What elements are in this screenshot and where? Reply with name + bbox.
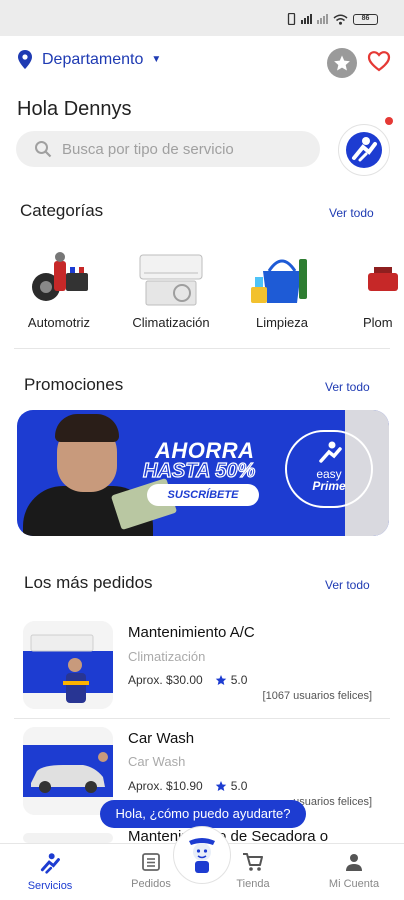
nav-item-servicios[interactable]: Servicios	[15, 852, 85, 892]
category-plomeria[interactable]: Plom	[354, 247, 404, 330]
cleaning-supplies-icon	[247, 247, 317, 307]
category-climatizacion[interactable]: Climatización	[122, 247, 220, 330]
greeting: Hola Dennys	[17, 98, 132, 120]
service-category: Car Wash	[128, 754, 186, 769]
nav-label: Tienda	[236, 878, 270, 890]
service-thumbnail-ac[interactable]	[23, 621, 113, 709]
services-runner-icon	[40, 853, 60, 874]
assistant-mascot-button[interactable]	[173, 826, 231, 884]
caret-down-icon: ▼	[151, 54, 162, 65]
assistant-chat-bubble[interactable]: Hola, ¿cómo puedo ayudarte?	[100, 800, 306, 828]
prime-star-button[interactable]	[327, 48, 357, 78]
service-thumbnail-dryer[interactable]	[23, 833, 113, 843]
battery-icon: 86	[353, 13, 378, 25]
most-ordered-see-all-link[interactable]: Ver todo	[325, 578, 370, 592]
subscribe-button[interactable]: SUSCRÍBETE	[147, 484, 259, 506]
category-automotriz[interactable]: Automotriz	[16, 247, 102, 330]
category-label: Limpieza	[255, 315, 309, 330]
promotions-see-all-link[interactable]: Ver todo	[325, 380, 370, 394]
star-icon	[334, 55, 350, 71]
service-price: Aprox. $30.00	[128, 673, 203, 687]
category-label: Climatización	[132, 315, 210, 330]
service-rating: 5.0	[230, 673, 248, 687]
star-rating-icon	[215, 781, 226, 791]
plumbing-tools-icon	[360, 247, 400, 307]
badge-tier: Prime	[312, 479, 346, 493]
category-label: Plom	[363, 315, 393, 330]
mascot-icon	[189, 838, 215, 873]
service-title[interactable]: Mantenimiento A/C	[128, 624, 255, 641]
search-bar[interactable]	[16, 131, 320, 167]
avatar[interactable]	[338, 124, 390, 176]
search-icon	[35, 141, 52, 158]
favorites-button[interactable]	[367, 50, 391, 77]
service-category: Climatización	[128, 649, 206, 664]
signal-icon	[301, 14, 312, 24]
nav-item-mi-cuenta[interactable]: Mi Cuenta	[319, 852, 389, 890]
status-bar: 86	[0, 0, 404, 36]
brand-logo-icon	[346, 132, 382, 168]
location-pin-icon	[18, 50, 32, 69]
promotions-title: Promociones	[24, 375, 124, 394]
service-reviews: [1067 usuarios felices]	[262, 690, 372, 702]
categories-title: Categorías	[20, 201, 104, 220]
banner-subheadline: HASTA 50%	[142, 459, 256, 482]
divider	[14, 348, 390, 349]
star-rating-icon	[215, 675, 226, 685]
orders-list-icon	[142, 853, 160, 871]
brand-runner-icon	[319, 441, 342, 463]
service-rating: 5.0	[230, 779, 248, 793]
categories-see-all-link[interactable]: Ver todo	[329, 206, 374, 220]
banner-person-hair	[55, 414, 119, 442]
vibrate-icon	[287, 13, 296, 25]
location-label: Departamento	[42, 50, 144, 68]
signal-secondary-icon	[317, 14, 328, 24]
category-limpieza[interactable]: Limpieza	[242, 247, 322, 330]
service-meta: Aprox. $30.00 5.0	[128, 673, 247, 687]
search-input[interactable]	[62, 140, 302, 158]
nav-label: Servicios	[27, 880, 73, 892]
easy-prime-badge: easy Prime	[285, 430, 373, 508]
status-icons: 86	[287, 13, 378, 25]
nav-label: Pedidos	[131, 878, 171, 890]
service-price: Aprox. $10.90	[128, 779, 203, 793]
service-reviews: usuarios felices]	[293, 796, 372, 808]
promo-banner[interactable]: AHORRA HASTA 50% SUSCRÍBETE easy Prime	[17, 410, 389, 536]
most-ordered-title: Los más pedidos	[24, 573, 153, 592]
location-selector[interactable]: Departamento ▼	[18, 50, 161, 69]
shopping-cart-icon	[243, 853, 263, 871]
category-label: Automotriz	[27, 315, 91, 330]
air-conditioner-icon	[136, 247, 206, 307]
account-person-icon	[346, 854, 362, 871]
service-meta: Aprox. $10.90 5.0	[128, 779, 247, 793]
automotive-parts-icon	[24, 247, 94, 307]
notification-dot	[385, 117, 393, 125]
nav-label: Mi Cuenta	[328, 878, 380, 890]
divider	[14, 718, 390, 719]
service-title[interactable]: Car Wash	[128, 730, 194, 747]
wifi-icon	[333, 14, 348, 25]
service-thumbnail-carwash[interactable]	[23, 727, 113, 815]
heart-icon	[367, 51, 391, 72]
